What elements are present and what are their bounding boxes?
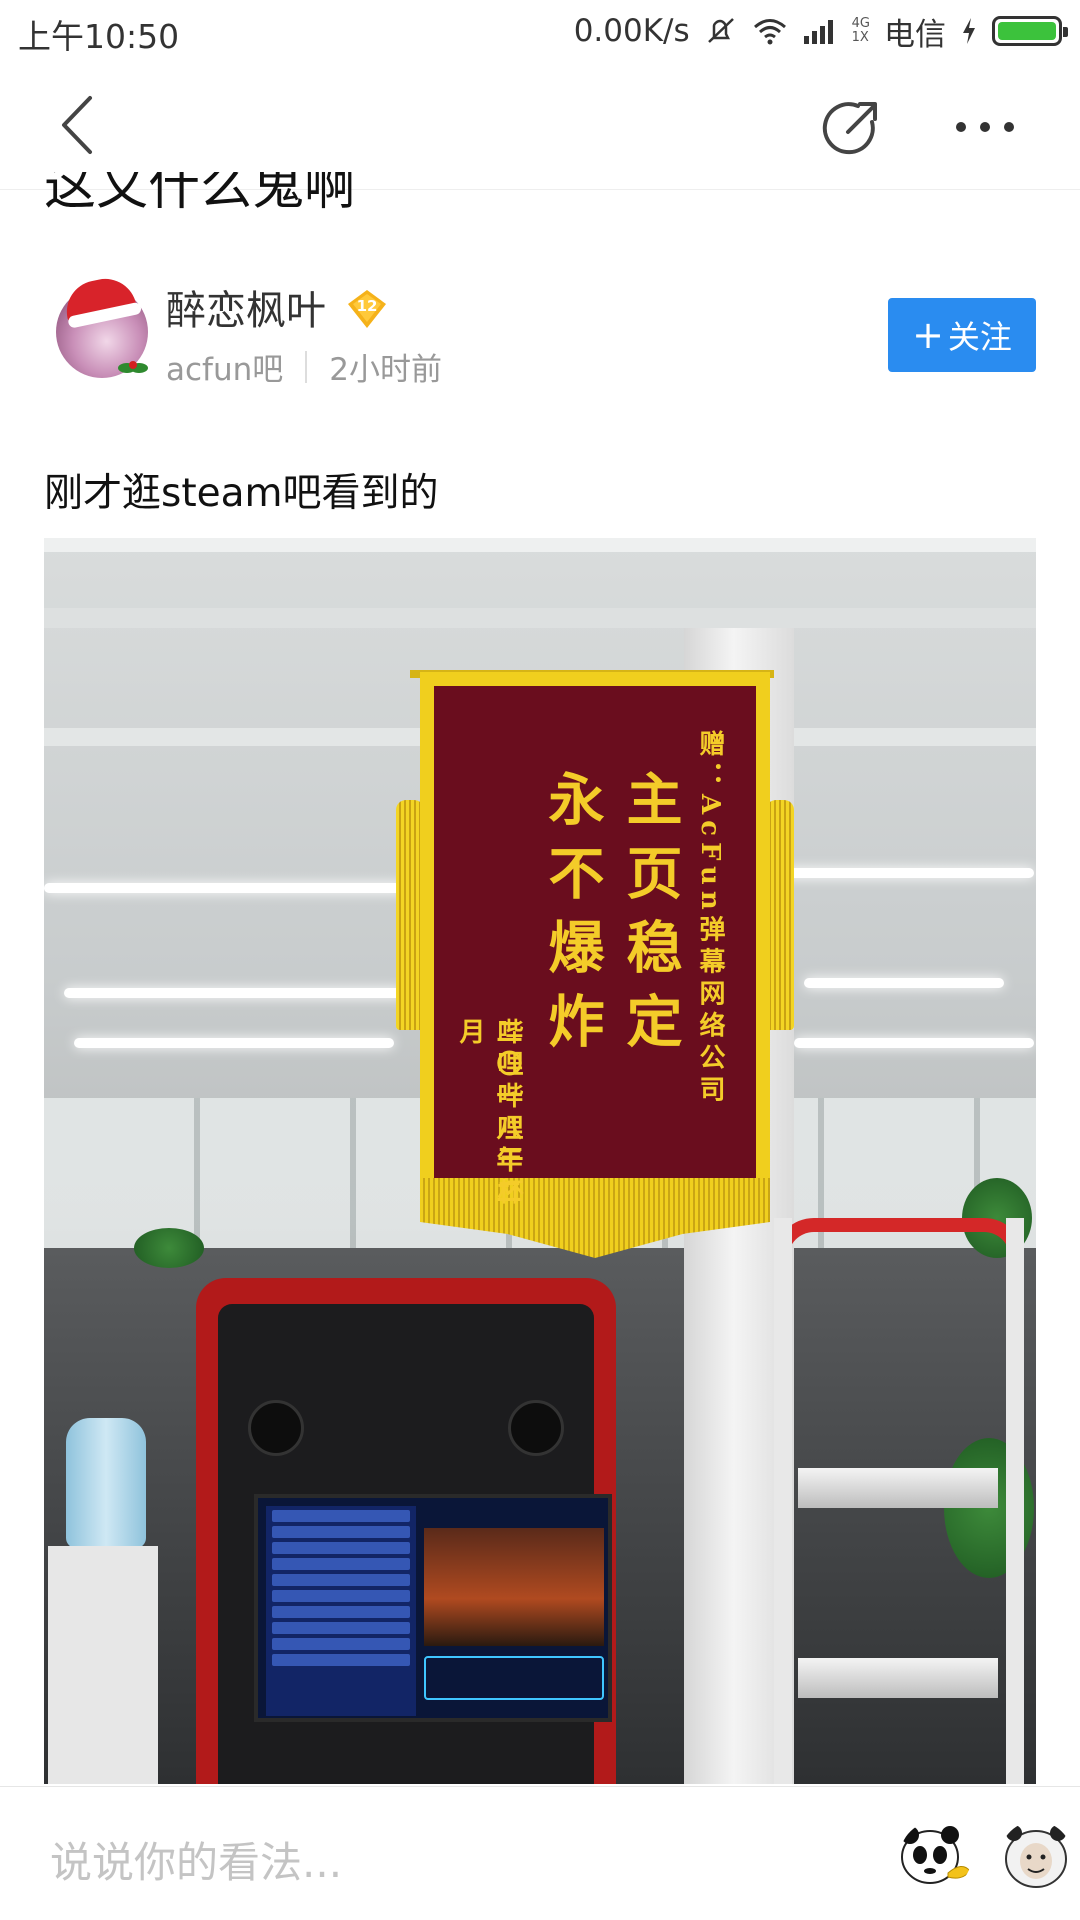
post-time: 2小时前 — [329, 352, 442, 388]
author-meta: acfun吧 2小时前 — [166, 344, 442, 389]
game-list-row — [272, 1510, 410, 1522]
network-type-bottom: 1X — [851, 30, 869, 45]
mute-icon — [707, 18, 734, 43]
battery-level — [998, 22, 1056, 40]
more-dot — [980, 122, 990, 132]
signal-icon — [803, 20, 833, 44]
game-list-row — [272, 1622, 410, 1634]
water-cooler — [44, 1418, 164, 1784]
more-icon[interactable] — [956, 112, 1026, 142]
ceiling-light — [804, 978, 1004, 988]
ceiling-beam — [44, 608, 1036, 628]
network-speed: 0.00K/s — [573, 13, 690, 49]
speaker-left — [248, 1400, 304, 1456]
follow-button[interactable]: + 关注 — [888, 298, 1036, 372]
status-time: 上午10:50 — [18, 17, 180, 56]
level-number: 12 — [356, 297, 378, 315]
face-emoji-icon[interactable] — [1000, 1821, 1072, 1891]
office-plant — [134, 1228, 204, 1268]
more-dot — [956, 122, 966, 132]
ladder-handle — [774, 1218, 1024, 1258]
ladder-rail — [774, 1218, 792, 1784]
level-badge: 12 — [346, 288, 388, 330]
ceiling-beam — [44, 538, 1036, 552]
ceiling-light — [64, 988, 404, 998]
forum-name[interactable]: acfun吧 — [166, 344, 283, 389]
ladder-step — [798, 1658, 998, 1698]
arcade-panel — [218, 1304, 612, 1784]
share-icon[interactable] — [820, 96, 884, 160]
game-list-row — [272, 1590, 410, 1602]
step-ladder — [774, 1218, 1024, 1784]
banner-date: 二〇一八年二月 — [455, 1018, 522, 1210]
game-list-row — [272, 1654, 410, 1666]
game-list — [266, 1506, 416, 1716]
ceiling-light — [784, 868, 1034, 878]
tassel-left — [396, 800, 424, 1030]
holly-icon — [118, 361, 148, 373]
panda-emoji-icon[interactable] — [900, 1821, 972, 1891]
game-list-row — [272, 1574, 410, 1586]
meta-divider — [305, 350, 308, 383]
game-list-row — [272, 1542, 410, 1554]
banner-main-line-1: 主页稳定 — [617, 770, 683, 1066]
post-image[interactable]: 赠：AcFun弹幕网络公司 主页稳定 永不爆炸 哔哩哔哩干杯 二〇一八年二月 — [44, 538, 1036, 1784]
post-text: 刚才逛steam吧看到的 — [44, 471, 439, 516]
nav-bar — [0, 62, 1080, 190]
status-right-group: 0.00K/s 4G 1X 电信 — [573, 10, 1068, 53]
comment-bar: 说说你的看法... — [0, 1786, 1080, 1920]
speaker-right — [508, 1400, 564, 1456]
carrier-name: 电信 — [884, 16, 946, 53]
game-list-row — [272, 1606, 410, 1618]
battery-icon — [992, 16, 1068, 46]
author-name[interactable]: 醉恋枫叶 — [166, 278, 326, 336]
arcade-screen — [254, 1494, 612, 1722]
banner-main-line-2: 永不爆炸 — [539, 770, 605, 1066]
ceiling-light — [74, 1038, 394, 1048]
post-title-container: 这又什么鬼啊 — [44, 172, 1044, 232]
follow-label: 关注 — [947, 318, 1012, 356]
comment-input[interactable]: 说说你的看法... — [50, 1829, 342, 1890]
ceiling-light — [44, 883, 404, 893]
game-preview — [424, 1528, 604, 1646]
arcade-cabinet — [196, 1278, 616, 1784]
more-dot — [1004, 122, 1014, 132]
water-jug — [66, 1418, 146, 1548]
back-icon[interactable] — [50, 90, 110, 160]
wifi-icon — [753, 19, 786, 45]
game-list-row — [272, 1638, 410, 1650]
game-list-row — [272, 1526, 410, 1538]
network-type: 4G 1X — [852, 17, 870, 45]
charging-icon — [963, 18, 975, 44]
ladder-rail — [1006, 1218, 1024, 1784]
plus-icon: + — [912, 313, 944, 357]
post-title: 这又什么鬼啊 — [44, 172, 357, 217]
ladder-step — [798, 1468, 998, 1508]
coin-box — [424, 1656, 604, 1700]
tassel-right — [766, 800, 794, 1030]
cooler-body — [48, 1546, 158, 1784]
status-bar: 上午10:50 0.00K/s 4G 1X 电信 — [0, 0, 1080, 62]
author-row: 醉恋枫叶 12 acfun吧 2小时前 + 关注 — [0, 268, 1080, 398]
santa-hat-decoration — [61, 273, 137, 323]
network-type-top: 4G — [851, 16, 870, 31]
game-list-row — [272, 1558, 410, 1570]
ceiling-light — [794, 1038, 1034, 1048]
banner-recipient: 赠：AcFun弹幕网络公司 — [695, 730, 725, 1108]
